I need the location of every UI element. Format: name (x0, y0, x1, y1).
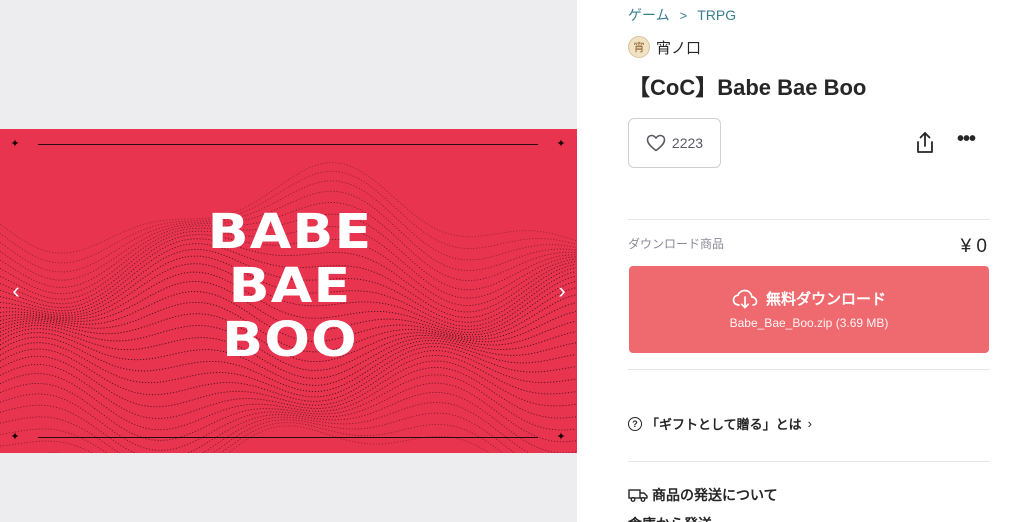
free-download-button[interactable]: 無料ダウンロード Babe_Bae_Boo.zip (3.69 MB) (629, 266, 989, 353)
product-image-gallery: ✦ ✦ ✦ ✦ BABE BAE BOO ‹ › (0, 0, 577, 522)
wave-line (41, 425, 491, 453)
shipping-heading: 商品の発送について (628, 485, 778, 505)
share-icon[interactable] (914, 131, 936, 155)
truck-icon (628, 489, 648, 502)
sparkle-icon: ✦ (556, 138, 566, 150)
wave-line (0, 367, 577, 431)
more-options-icon[interactable]: ••• (955, 129, 977, 152)
gallery-prev-arrow-icon[interactable]: ‹ (6, 280, 26, 302)
shop-link[interactable]: 宵 宵ノ口 (628, 36, 701, 58)
heart-icon (646, 134, 666, 152)
gallery-next-arrow-icon[interactable]: › (552, 280, 572, 302)
breadcrumb: ゲーム > TRPG (628, 5, 736, 25)
cloud-download-icon (732, 289, 758, 308)
product-title: 【CoC】Babe Bae Boo (628, 75, 867, 100)
banner-top-rule (38, 144, 538, 145)
wave-line (0, 374, 577, 441)
sparkle-icon: ✦ (556, 431, 566, 443)
divider (628, 219, 990, 220)
shipping-method-text: 倉庫から発送 (628, 514, 712, 522)
sparkle-icon: ✦ (10, 431, 20, 443)
question-circle-icon: ? (628, 416, 642, 431)
logo-line: BOO (222, 312, 358, 368)
wave-line (0, 412, 516, 453)
breadcrumb-link-trpg[interactable]: TRPG (697, 7, 736, 23)
like-button[interactable]: 2223 (628, 118, 721, 168)
download-label: 無料ダウンロード (765, 291, 886, 308)
wave-line (0, 382, 577, 451)
shop-avatar-icon: 宵 (628, 36, 650, 58)
divider (628, 461, 990, 462)
download-file-info: Babe_Bae_Boo.zip (3.69 MB) (729, 316, 889, 330)
breadcrumb-link-game[interactable]: ゲーム (628, 5, 670, 25)
like-count: 2223 (671, 135, 704, 151)
sparkle-icon: ✦ (10, 138, 20, 150)
logo-line: BABE (207, 204, 373, 260)
banner-bottom-rule (38, 437, 538, 438)
shop-name: 宵ノ口 (656, 39, 702, 57)
shipping-heading-text: 商品の発送について (652, 487, 778, 503)
chevron-right-icon: › (807, 416, 812, 431)
download-button-label-row: 無料ダウンロード (629, 288, 989, 309)
product-type-label: ダウンロード商品 (628, 237, 725, 251)
logo-line: BAE (228, 258, 352, 314)
product-price: ¥ 0 (960, 236, 987, 257)
wave-line (0, 401, 530, 453)
breadcrumb-chevron-icon: > (679, 7, 688, 23)
gift-info-link[interactable]: ? 「ギフトとして贈る」とは › (628, 414, 812, 433)
gift-info-label: 「ギフトとして贈る」とは (646, 417, 802, 432)
banner-logo-text: BABE BAE BOO (190, 205, 390, 367)
divider (628, 369, 990, 370)
